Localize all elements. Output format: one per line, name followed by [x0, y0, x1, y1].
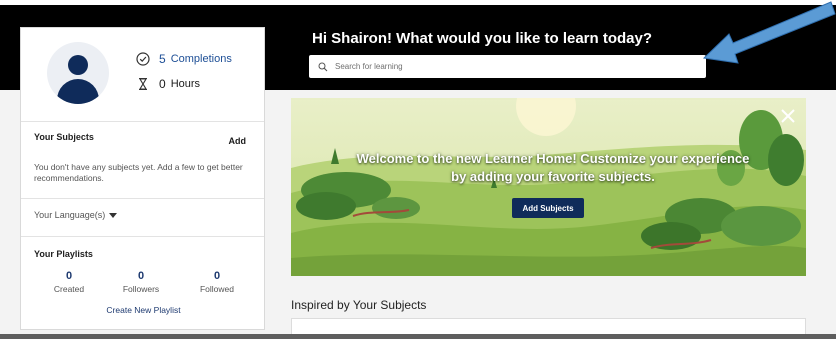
completions-label: Completions	[170, 53, 232, 65]
playlists-title: Your Playlists	[34, 249, 93, 259]
recommendations-card	[291, 318, 806, 334]
annotation-arrow-icon	[702, 1, 836, 64]
close-icon[interactable]	[780, 108, 796, 124]
language-dropdown[interactable]: Your Language(s)	[34, 210, 118, 220]
hours-label: Hours	[170, 78, 201, 90]
playlist-stat-created: 0 Created	[39, 270, 99, 294]
welcome-message: Welcome to the new Learner Home! Customi…	[356, 151, 750, 184]
playlist-stat-value: 0	[65, 270, 73, 282]
playlist-stat-value: 0	[137, 270, 145, 282]
avatar-head-shape	[68, 55, 88, 75]
hours-stat: 0 Hours	[136, 77, 200, 91]
subjects-empty-message: You don't have any subjects yet. Add a f…	[34, 162, 243, 183]
search-icon	[318, 62, 328, 71]
create-playlist-link[interactable]: Create New Playlist	[21, 305, 266, 315]
playlist-stat-label: Created	[53, 284, 85, 294]
hours-count: 0	[159, 77, 166, 91]
completions-count: 5	[159, 52, 166, 66]
welcome-banner: Welcome to the new Learner Home! Customi…	[291, 98, 806, 276]
window-bottom-edge	[0, 334, 836, 339]
hourglass-icon	[139, 77, 147, 91]
avatar[interactable]	[47, 42, 109, 104]
recommendations-title: Inspired by Your Subjects	[291, 298, 427, 312]
check-circle-icon	[136, 52, 150, 66]
playlist-stat-followed: 0 Followed	[187, 270, 247, 294]
language-label: Your Language(s)	[34, 210, 106, 220]
profile-panel: 5 Completions 0 Hours Your Subjects Add …	[20, 27, 265, 330]
search-input[interactable]	[335, 62, 695, 71]
playlist-stat-value: 0	[213, 270, 221, 282]
avatar-body-shape	[57, 79, 99, 104]
add-subjects-link[interactable]: Add	[229, 136, 247, 146]
divider	[21, 121, 264, 122]
landscape-illustration	[291, 98, 806, 276]
divider	[21, 198, 264, 199]
caret-down-icon	[109, 212, 118, 218]
greeting-heading: Hi Shairon! What would you like to learn…	[312, 30, 653, 47]
playlist-stat-label: Followers	[122, 284, 160, 294]
search-bar[interactable]	[309, 55, 706, 78]
playlist-stat-followers: 0 Followers	[111, 270, 171, 294]
subjects-title: Your Subjects	[34, 132, 94, 142]
playlist-stat-label: Followed	[199, 284, 235, 294]
completions-stat[interactable]: 5 Completions	[136, 52, 232, 66]
add-subjects-button[interactable]: Add Subjects	[512, 198, 584, 218]
divider	[21, 236, 264, 237]
